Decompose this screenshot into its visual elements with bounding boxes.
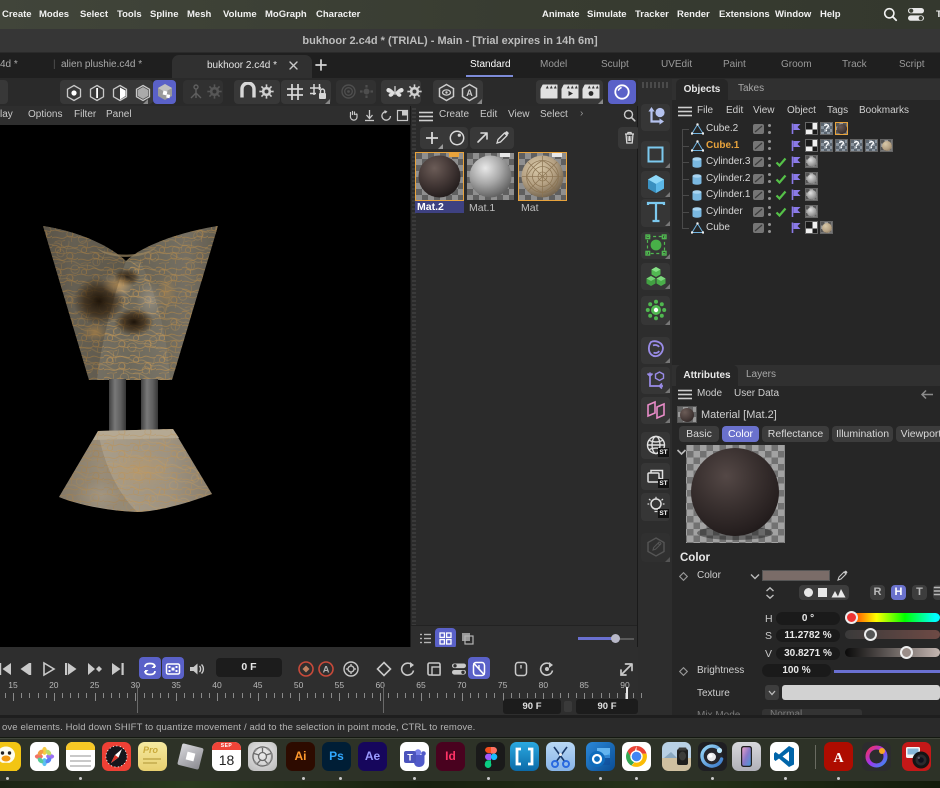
- svg-text:T: T: [407, 753, 413, 763]
- svg-text:A: A: [833, 751, 844, 766]
- svg-text:A: A: [323, 665, 330, 676]
- svg-text:A: A: [466, 88, 473, 98]
